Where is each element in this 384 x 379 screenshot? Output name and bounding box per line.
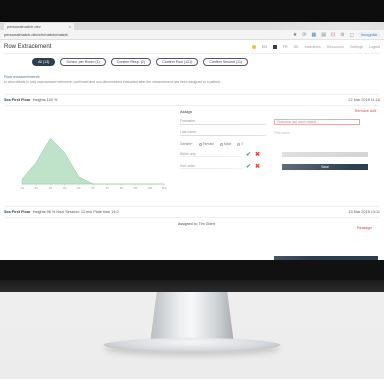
monitor-stand <box>150 292 234 344</box>
filter-pill-all[interactable]: All (13) <box>32 58 56 66</box>
monitor-bezel-bottom <box>0 260 384 280</box>
filter-pills: All (13) Sched. per Room (1) Confirm Res… <box>32 58 380 66</box>
record-meta: Heights 100 % <box>32 98 58 102</box>
browser-toolbar-icons: ★ ⟳ ▦ ▤ ⊡ ⚙ ◻ <box>293 32 354 38</box>
gender-option-label: X <box>241 142 244 146</box>
chart-tick-label: 10 <box>20 186 24 190</box>
record-date: 22 Mar 2018 11:16 <box>348 98 380 102</box>
cross-icon[interactable]: ✖ <box>255 163 260 170</box>
record-2-content: Assigned to: Tim Gillert Reassign <box>4 222 380 232</box>
page-title: Row Extracement <box>4 43 52 50</box>
gender-group: Gender* Female Male X <box>180 142 380 146</box>
menu-item-de[interactable]: DE <box>294 45 299 49</box>
chart-tick-label: 60 <box>91 186 95 190</box>
remove-unit-link[interactable]: Remove unit <box>355 109 376 113</box>
app: Row Extracement EN FR DE Incentives Ress… <box>0 40 384 232</box>
check-row-1: Strike only ✔ ✖ <box>180 151 380 158</box>
record-content: 10 20 30 40 50 60 70 80 90 100 110 Assign Remove u… <box>4 106 380 204</box>
profile-button[interactable]: Incognito <box>357 32 380 37</box>
monitor-screen: personalmatch.dev × personalmatch.dev/ch… <box>0 22 384 260</box>
reload-icon[interactable]: ⟳ <box>302 32 306 38</box>
browser-tabbar: personalmatch.dev × <box>0 22 384 30</box>
record-meta-2: Heights 96 % Next Session: 12 min Plate … <box>32 210 119 214</box>
check-row-2: Sort order ✔ ✖ Save <box>180 163 380 170</box>
window-icon[interactable]: ◻ <box>350 32 354 38</box>
radio-icon <box>198 142 202 146</box>
app-header: Row Extracement EN FR DE Incentives Ress… <box>4 40 380 54</box>
menu-item-incentives[interactable]: Incentives <box>305 45 321 49</box>
chart-tick-label: 70 <box>106 186 110 190</box>
gender-option-x[interactable]: X <box>237 142 243 146</box>
gender-option-female[interactable]: Female <box>198 142 214 146</box>
monitor-stand-base <box>104 338 280 352</box>
firstname-label: Firstname <box>180 119 266 125</box>
extension-icon[interactable]: ▦ <box>311 32 316 38</box>
browser-tab[interactable]: personalmatch.dev × <box>4 23 74 30</box>
save-button[interactable]: Save <box>282 163 369 170</box>
menu-item-en[interactable]: EN <box>262 45 267 49</box>
assigned-to-text: Assigned to: Tim Gillert <box>178 222 215 226</box>
lastname-input[interactable]: Last name <box>180 130 266 136</box>
name-row: Firstname Firstname last name repeat <box>180 119 380 125</box>
check-icon[interactable]: ✔ <box>246 151 251 158</box>
chart-tick-label: 100 <box>147 186 152 190</box>
record-location: Sea First Floor <box>4 98 31 102</box>
chart-tick-label: 30 <box>49 186 53 190</box>
record-date-2: 13 Mar 2018 13:11 <box>348 210 380 214</box>
notice-title: Row measurements <box>4 74 40 79</box>
menu-item-logout[interactable]: Logout <box>369 45 380 49</box>
check-label: Strike only <box>180 152 242 157</box>
check-icon[interactable]: ✔ <box>246 163 251 170</box>
radio-icon <box>219 142 223 146</box>
filter-pill-second[interactable]: Confirm Second (11) <box>203 58 249 66</box>
gender-option-label: Male <box>223 142 232 146</box>
gender-option-label: Female <box>202 142 214 146</box>
notice-text: to view details in only unprocessed refe… <box>4 80 221 84</box>
chart-tick-label: 110 <box>162 186 167 190</box>
flag-icon <box>272 44 277 49</box>
browser-urlbar: personalmatch.dev/ch/match/match/ ★ ⟳ ▦ … <box>0 30 384 40</box>
monitor-chin <box>0 280 384 292</box>
chart-area-series <box>21 137 164 185</box>
monitor-bezel-top <box>0 0 384 22</box>
scene: personalmatch.dev × personalmatch.dev/ch… <box>0 0 384 379</box>
chart-tick-label: 80 <box>120 186 124 190</box>
chart-tick-label: 20 <box>35 186 39 190</box>
firstname-input[interactable]: Firstname last name repeat <box>274 119 360 125</box>
filter-pill-pool[interactable]: Confirm Pool (121) <box>156 58 199 66</box>
record-header: Sea First Floor Heights 100 % 22 Mar 201… <box>4 94 380 106</box>
chart-tick-label: 50 <box>77 186 81 190</box>
lastname-placeholder[interactable]: First name <box>274 131 290 135</box>
check-label: Sort order <box>180 164 242 169</box>
cross-icon[interactable]: ✖ <box>255 151 260 158</box>
bookmark-icon[interactable]: ★ <box>293 32 297 38</box>
gender-label: Gender* <box>180 142 193 146</box>
close-icon[interactable]: × <box>69 24 71 29</box>
distribution-chart: 10 20 30 40 50 60 70 80 90 100 110 <box>20 137 167 190</box>
reassign-link[interactable]: Reassign <box>357 226 372 230</box>
chart-tick-label: 90 <box>134 186 138 190</box>
status-dot-icon <box>251 44 256 49</box>
gender-option-male[interactable]: Male <box>219 142 232 146</box>
chart-panel: 10 20 30 40 50 60 70 80 90 100 110 <box>4 106 174 204</box>
assign-form: Assign Remove unit Firstname Firstname l… <box>174 106 380 204</box>
menu-item-fr[interactable]: FR <box>283 45 288 49</box>
record-location-2: Sea First Floor <box>4 210 31 214</box>
top-menu: EN FR DE Incentives Ressource Settings L… <box>251 44 380 49</box>
browser-tab-label: personalmatch.dev <box>7 24 41 29</box>
lastname-row: Last name First name <box>180 130 380 136</box>
menu-icon[interactable]: ▤ <box>321 32 326 38</box>
record-header-2: Sea First Floor Heights 96 % Next Sessio… <box>4 206 380 218</box>
shield-icon[interactable]: ⊡ <box>331 32 335 38</box>
chart-tick-label: 40 <box>63 186 67 190</box>
filter-pill-resp[interactable]: Confirm Resp. (2) <box>110 58 152 66</box>
assign-title: Assign <box>180 109 193 114</box>
menu-item-ressource[interactable]: Ressource <box>327 45 344 49</box>
gear-icon[interactable]: ⚙ <box>340 32 344 38</box>
menu-item-settings[interactable]: Settings <box>350 45 363 49</box>
radio-icon <box>237 142 241 146</box>
filter-pill-room[interactable]: Sched. per Room (1) <box>60 58 106 66</box>
disabled-button <box>282 152 369 157</box>
address-input[interactable]: personalmatch.dev/ch/match/match/ <box>4 32 289 38</box>
